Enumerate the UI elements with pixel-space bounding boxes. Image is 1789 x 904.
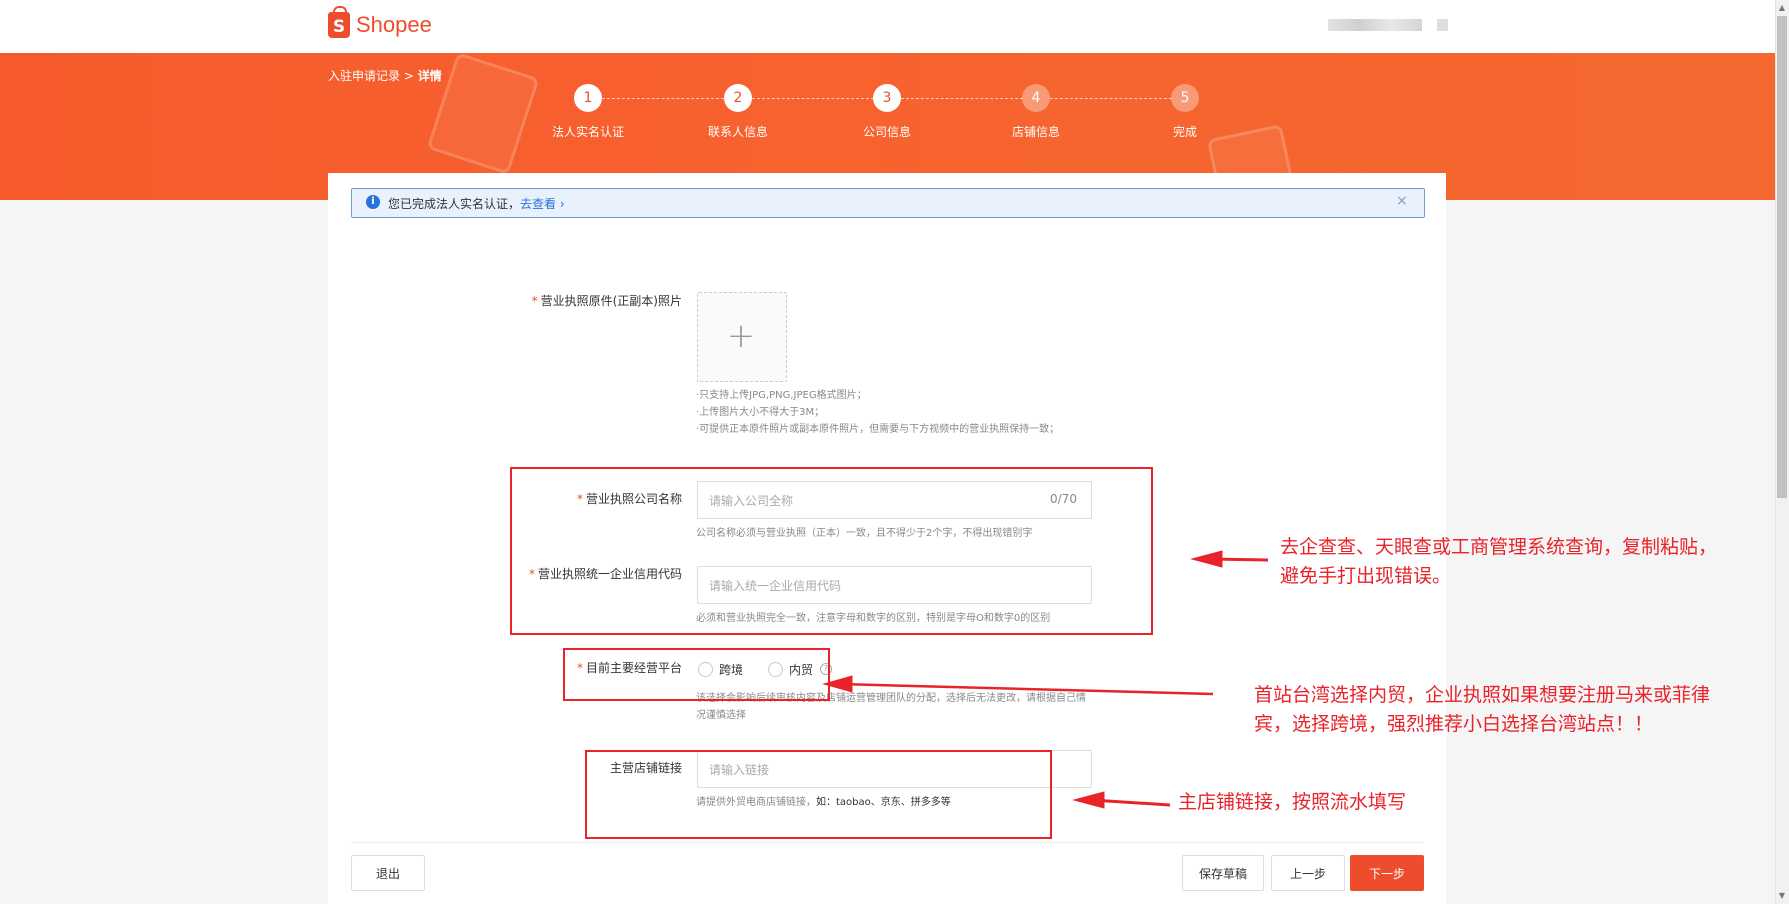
arrow-head-3 bbox=[1072, 791, 1105, 809]
footer-divider bbox=[351, 842, 1423, 843]
scroll-up-arrow-icon[interactable]: ▲ bbox=[1777, 2, 1787, 14]
annotation-note-3: 主店铺链接，按照流水填写 bbox=[1178, 791, 1407, 813]
scrollbar-thumb[interactable] bbox=[1777, 16, 1787, 498]
scroll-down-arrow-icon[interactable]: ▼ bbox=[1777, 890, 1787, 902]
next-step-button[interactable]: 下一步 bbox=[1350, 855, 1424, 891]
annotation-note-1: 去企查查、天眼查或工商管理系统查询，复制粘贴， 避免手打出现错误。 bbox=[1280, 536, 1718, 587]
annotation-note-2: 首站台湾选择内贸，企业执照如果想要注册马来或菲律 宾，选择跨境，强烈推荐小白选择… bbox=[1254, 684, 1711, 735]
arrow-line-2 bbox=[839, 682, 1214, 696]
prev-step-button[interactable]: 上一步 bbox=[1271, 855, 1345, 891]
exit-button[interactable]: 退出 bbox=[351, 855, 425, 891]
annotation-arrows bbox=[822, 550, 1269, 809]
arrow-head-2 bbox=[822, 675, 853, 693]
arrow-head-1 bbox=[1190, 550, 1223, 568]
save-draft-button[interactable]: 保存草稿 bbox=[1182, 855, 1264, 891]
